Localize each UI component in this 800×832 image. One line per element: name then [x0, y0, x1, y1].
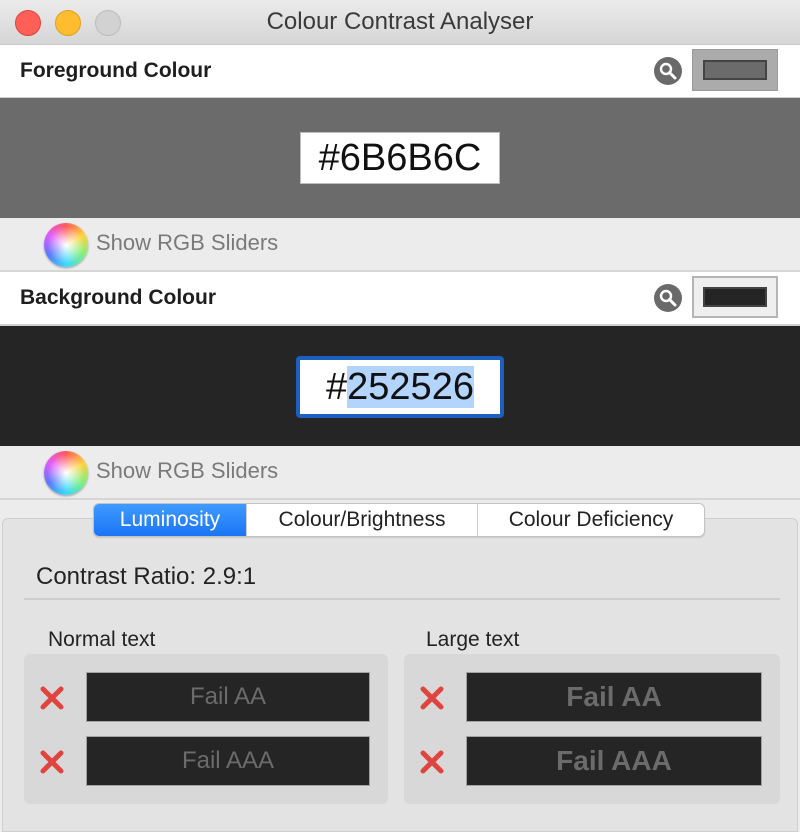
- foreground-preview: #6B6B6C: [0, 98, 800, 218]
- background-preview: #252526: [0, 326, 800, 446]
- background-hex-input[interactable]: #252526: [296, 356, 504, 418]
- tab-luminosity[interactable]: Luminosity: [94, 504, 247, 536]
- foreground-swatch: [703, 60, 767, 80]
- background-picker-button[interactable]: [654, 284, 682, 312]
- foreground-rgb-toggle-row: Show RGB Sliders: [0, 218, 800, 272]
- cross-icon: [420, 750, 444, 774]
- large-aaa-result: Fail AAA: [466, 736, 762, 786]
- foreground-picker-button[interactable]: [654, 57, 682, 85]
- foreground-hex-value: #6B6B6C: [318, 137, 482, 179]
- foreground-header: Foreground Colour: [0, 45, 800, 99]
- background-hex-selection: 252526: [347, 366, 474, 408]
- tab-colour-brightness[interactable]: Colour/Brightness: [247, 504, 478, 536]
- title-bar: Colour Contrast Analyser: [0, 0, 800, 45]
- cross-icon: [40, 686, 64, 710]
- foreground-show-rgb-sliders[interactable]: Show RGB Sliders: [96, 230, 278, 256]
- normal-aa-result: Fail AA: [86, 672, 370, 722]
- background-rgb-toggle-row: Show RGB Sliders: [0, 446, 800, 500]
- normal-text-label: Normal text: [48, 628, 156, 651]
- colour-wheel-icon[interactable]: [44, 451, 88, 495]
- large-text-results: Fail AA Fail AAA: [404, 654, 780, 804]
- divider: [24, 598, 780, 600]
- background-label: Background Colour: [20, 286, 217, 309]
- large-text-label: Large text: [426, 628, 520, 651]
- tab-colour-deficiency[interactable]: Colour Deficiency: [478, 504, 704, 536]
- contrast-ratio: Contrast Ratio: 2.9:1: [36, 563, 257, 590]
- foreground-label: Foreground Colour: [20, 59, 212, 82]
- background-colour-well[interactable]: [692, 276, 778, 318]
- normal-aaa-result: Fail AAA: [86, 736, 370, 786]
- colour-wheel-icon[interactable]: [44, 223, 88, 267]
- magnifier-icon: [659, 289, 677, 307]
- large-aa-result: Fail AA: [466, 672, 762, 722]
- background-hex-prefix: #: [326, 366, 348, 408]
- cross-icon: [420, 686, 444, 710]
- cross-icon: [40, 750, 64, 774]
- background-show-rgb-sliders[interactable]: Show RGB Sliders: [96, 458, 278, 484]
- background-swatch: [703, 287, 767, 307]
- foreground-hex-input[interactable]: #6B6B6C: [300, 132, 500, 184]
- magnifier-icon: [659, 62, 677, 80]
- window-title: Colour Contrast Analyser: [266, 8, 534, 35]
- background-header: Background Colour: [0, 272, 800, 326]
- foreground-colour-well[interactable]: [692, 49, 778, 91]
- normal-text-results: Fail AA Fail AAA: [24, 654, 388, 804]
- mode-tabs: Luminosity Colour/Brightness Colour Defi…: [93, 503, 705, 537]
